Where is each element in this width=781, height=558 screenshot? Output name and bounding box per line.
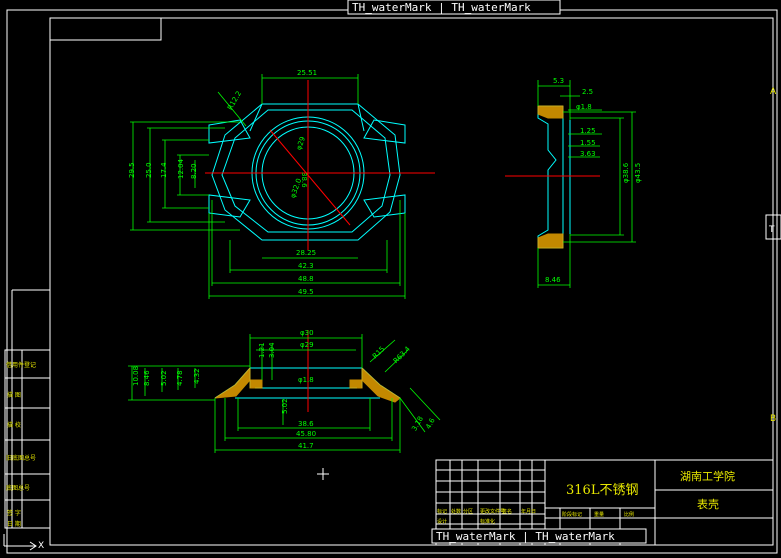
crosshair-cursor <box>317 468 329 480</box>
tb-label-standard: 标准化 <box>480 518 495 525</box>
tb-label-count: 处数 <box>451 508 461 515</box>
strip-label-4: 旧底图总号 <box>6 454 36 462</box>
dim-side-8-46: 8.46 <box>545 276 561 284</box>
dim-top-42-3: 42.3 <box>298 262 314 270</box>
dim-sec-4-78: 4.78 <box>176 370 184 386</box>
dim-sec-r63-4: R63.4 <box>392 345 413 366</box>
dim-top-17-4: 17.4 <box>160 162 168 178</box>
top-view: 25.51 R12.2 φ29 38.6 φ32.0 28.25 42.3 48… <box>128 69 435 299</box>
strip-label-6: 签 字 <box>7 509 21 517</box>
section-view: φ30 φ29 1.21 3.04 R15 R63.4 φ1.8 10.08 8… <box>128 329 441 453</box>
dim-top-28-25: 28.25 <box>296 249 316 257</box>
material-label: 316L不锈钢 <box>566 483 638 498</box>
dim-top-48-8: 48.8 <box>298 275 314 283</box>
dim-top-phi32: φ32.0 <box>289 177 303 199</box>
strip-label-2: 描 图 <box>7 391 21 399</box>
dim-sec-phi29: φ29 <box>300 341 314 349</box>
tb-label-design: 设计 <box>437 518 447 525</box>
dim-side-phi43-5: φ43.5 <box>634 163 642 183</box>
dim-side-phi1-8: φ1.8 <box>576 103 592 111</box>
dim-top-8-20: 8.20 <box>190 163 198 179</box>
cad-drawing: A T B TH_waterMark | TH_waterMark 25.51 … <box>3 0 781 554</box>
dim-sec-8-46: 8.46 <box>143 370 151 386</box>
edge-marker-b: B <box>770 414 776 424</box>
strip-label-7: 日 期 <box>7 520 21 528</box>
strip-label-3: 描 校 <box>7 421 21 429</box>
top-view-dims: 25.51 R12.2 φ29 38.6 φ32.0 28.25 42.3 48… <box>128 69 317 296</box>
strip-label-1: 借用件登记 <box>6 361 36 369</box>
dim-sec-4-32: 4.32 <box>193 368 201 384</box>
dim-sec-3-18: 3.18 <box>410 415 425 433</box>
dim-top-phi29: φ29 <box>295 136 307 151</box>
dim-side-phi38-6: φ38.6 <box>622 162 630 183</box>
strip-label-5: 底图总号 <box>6 484 30 492</box>
dim-sec-10-08: 10.08 <box>132 366 140 386</box>
dim-top-29-5: 29.5 <box>128 162 136 178</box>
dim-sec-r15: R15 <box>371 345 386 360</box>
dim-side-2-5: 2.5 <box>582 88 593 96</box>
dim-top-25-0: 25.0 <box>145 162 153 178</box>
tb-label-mark: 标记 <box>437 508 447 515</box>
drawing-frame <box>6 9 781 554</box>
dim-sec-phi1-8: φ1.8 <box>298 376 314 384</box>
svg-text:X: X <box>38 541 44 551</box>
tb-label-weight: 重量 <box>594 511 604 518</box>
side-view: 5.3 2.5 φ1.8 1.25 1.55 3.63 φ38.6 φ43.5 … <box>505 77 642 288</box>
ucs-icon: X <box>3 534 44 551</box>
side-hatch <box>537 105 564 249</box>
dim-sec-5-02b: 5.02 <box>281 398 289 414</box>
dim-top-12-04: 12.04 <box>177 158 185 179</box>
dim-sec-3-04: 3.04 <box>268 342 276 358</box>
dim-sec-1-21: 1.21 <box>258 342 266 358</box>
dim-side-1-25: 1.25 <box>580 127 596 135</box>
dim-sec-45-80: 45.80 <box>296 430 316 438</box>
tb-label-stage: 阶段标记 <box>562 511 582 518</box>
dim-sec-41-7: 41.7 <box>298 442 314 450</box>
dim-sec-phi30: φ30 <box>300 329 314 337</box>
dim-top-width: 25.51 <box>297 69 317 77</box>
dim-side-5-3: 5.3 <box>553 77 564 85</box>
dim-top-radius: R12.2 <box>226 90 243 112</box>
dim-sec-38-6: 38.6 <box>298 420 314 428</box>
watermark-text-bottom: TH_waterMark | TH_waterMark <box>436 530 615 543</box>
tb-label-sign: 签名 <box>502 508 512 515</box>
watermark-text: TH_waterMark | TH_waterMark <box>352 1 531 14</box>
dim-sec-4-6: 4.6 <box>424 416 437 430</box>
tb-label-date: 年月日 <box>521 508 536 515</box>
dim-sec-5-02a: 5.02 <box>160 370 168 386</box>
dim-side-3-63: 3.63 <box>580 150 596 158</box>
school-name: 湖南工学院 <box>680 469 735 483</box>
dim-top-49-5: 49.5 <box>298 288 314 296</box>
tb-label-zone: 分区 <box>463 508 473 515</box>
part-name: 表壳 <box>697 497 719 511</box>
tb-label-scale: 比例 <box>624 511 634 518</box>
edge-marker-t: T <box>768 225 775 235</box>
edge-marker-a: A <box>770 87 777 97</box>
dim-side-1-55: 1.55 <box>580 139 596 147</box>
